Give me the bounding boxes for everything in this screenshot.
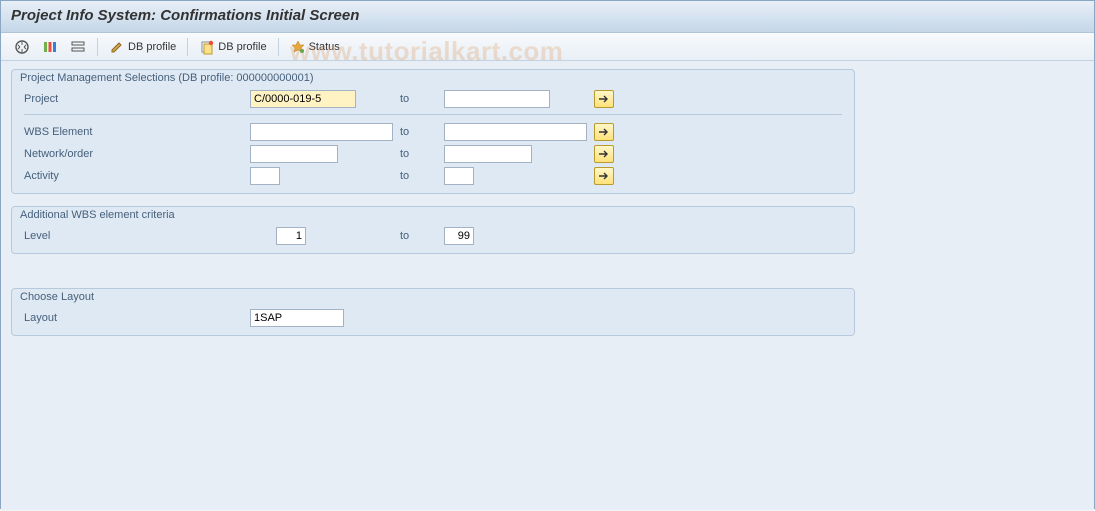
group-choose-layout: Choose Layout Layout (11, 288, 855, 336)
arrow-right-icon (598, 149, 610, 159)
label-level: Level (20, 230, 250, 242)
db-profile-edit-label: DB profile (128, 41, 176, 53)
application-toolbar: DB profile DB profile Status (1, 33, 1094, 61)
to-label: to (400, 93, 420, 105)
label-project: Project (20, 93, 250, 105)
multi-select-wbs[interactable] (594, 123, 614, 141)
multi-select-project[interactable] (594, 90, 614, 108)
label-activity: Activity (20, 170, 250, 182)
to-label: to (400, 170, 420, 182)
group-project-management: Project Management Selections (DB profil… (11, 69, 855, 194)
pencil-icon (109, 39, 125, 55)
input-project-from[interactable] (250, 90, 356, 108)
group-layout-title: Choose Layout (12, 289, 854, 307)
toolbar-separator (97, 38, 98, 56)
execute-icon (14, 39, 30, 55)
input-project-to[interactable] (444, 90, 550, 108)
to-label: to (400, 148, 420, 160)
input-wbs-from[interactable] (250, 123, 393, 141)
page-title: Project Info System: Confirmations Initi… (11, 7, 359, 24)
input-network-to[interactable] (444, 145, 532, 163)
input-wbs-to[interactable] (444, 123, 587, 141)
group-pm-title: Project Management Selections (DB profil… (12, 70, 854, 88)
row-activity: Activity to (12, 165, 854, 187)
selection-icon (70, 39, 86, 55)
arrow-right-icon (598, 171, 610, 181)
input-activity-from[interactable] (250, 167, 280, 185)
multi-select-activity[interactable] (594, 167, 614, 185)
db-profile-select-label: DB profile (218, 41, 266, 53)
row-layout: Layout (12, 307, 854, 329)
to-label: to (400, 126, 420, 138)
variant-icon (42, 39, 58, 55)
group-add-title: Additional WBS element criteria (12, 207, 854, 225)
content-area: Project Management Selections (DB profil… (1, 61, 1094, 510)
to-label: to (400, 230, 420, 242)
group-additional-wbs: Additional WBS element criteria Level to (11, 206, 855, 254)
db-profile-icon (199, 39, 215, 55)
status-icon (290, 39, 306, 55)
row-network: Network/order to (12, 143, 854, 165)
status-button[interactable]: Status (285, 37, 345, 57)
title-bar: Project Info System: Confirmations Initi… (1, 1, 1094, 33)
label-wbs: WBS Element (20, 126, 250, 138)
row-project: Project to (12, 88, 854, 110)
input-level-to[interactable] (444, 227, 474, 245)
group-divider (24, 114, 842, 115)
execute-button[interactable] (9, 37, 35, 57)
row-wbs: WBS Element to (12, 121, 854, 143)
status-label: Status (309, 41, 340, 53)
toolbar-separator (187, 38, 188, 56)
row-level: Level to (12, 225, 854, 247)
input-activity-to[interactable] (444, 167, 474, 185)
arrow-right-icon (598, 127, 610, 137)
input-layout[interactable] (250, 309, 344, 327)
label-network: Network/order (20, 148, 250, 160)
multi-select-network[interactable] (594, 145, 614, 163)
label-layout: Layout (20, 312, 250, 324)
input-network-from[interactable] (250, 145, 338, 163)
input-level-from[interactable] (276, 227, 306, 245)
get-variant-button[interactable] (37, 37, 63, 57)
toolbar-separator (278, 38, 279, 56)
arrow-right-icon (598, 94, 610, 104)
selection-options-button[interactable] (65, 37, 91, 57)
db-profile-select-button[interactable]: DB profile (194, 37, 271, 57)
db-profile-edit-button[interactable]: DB profile (104, 37, 181, 57)
